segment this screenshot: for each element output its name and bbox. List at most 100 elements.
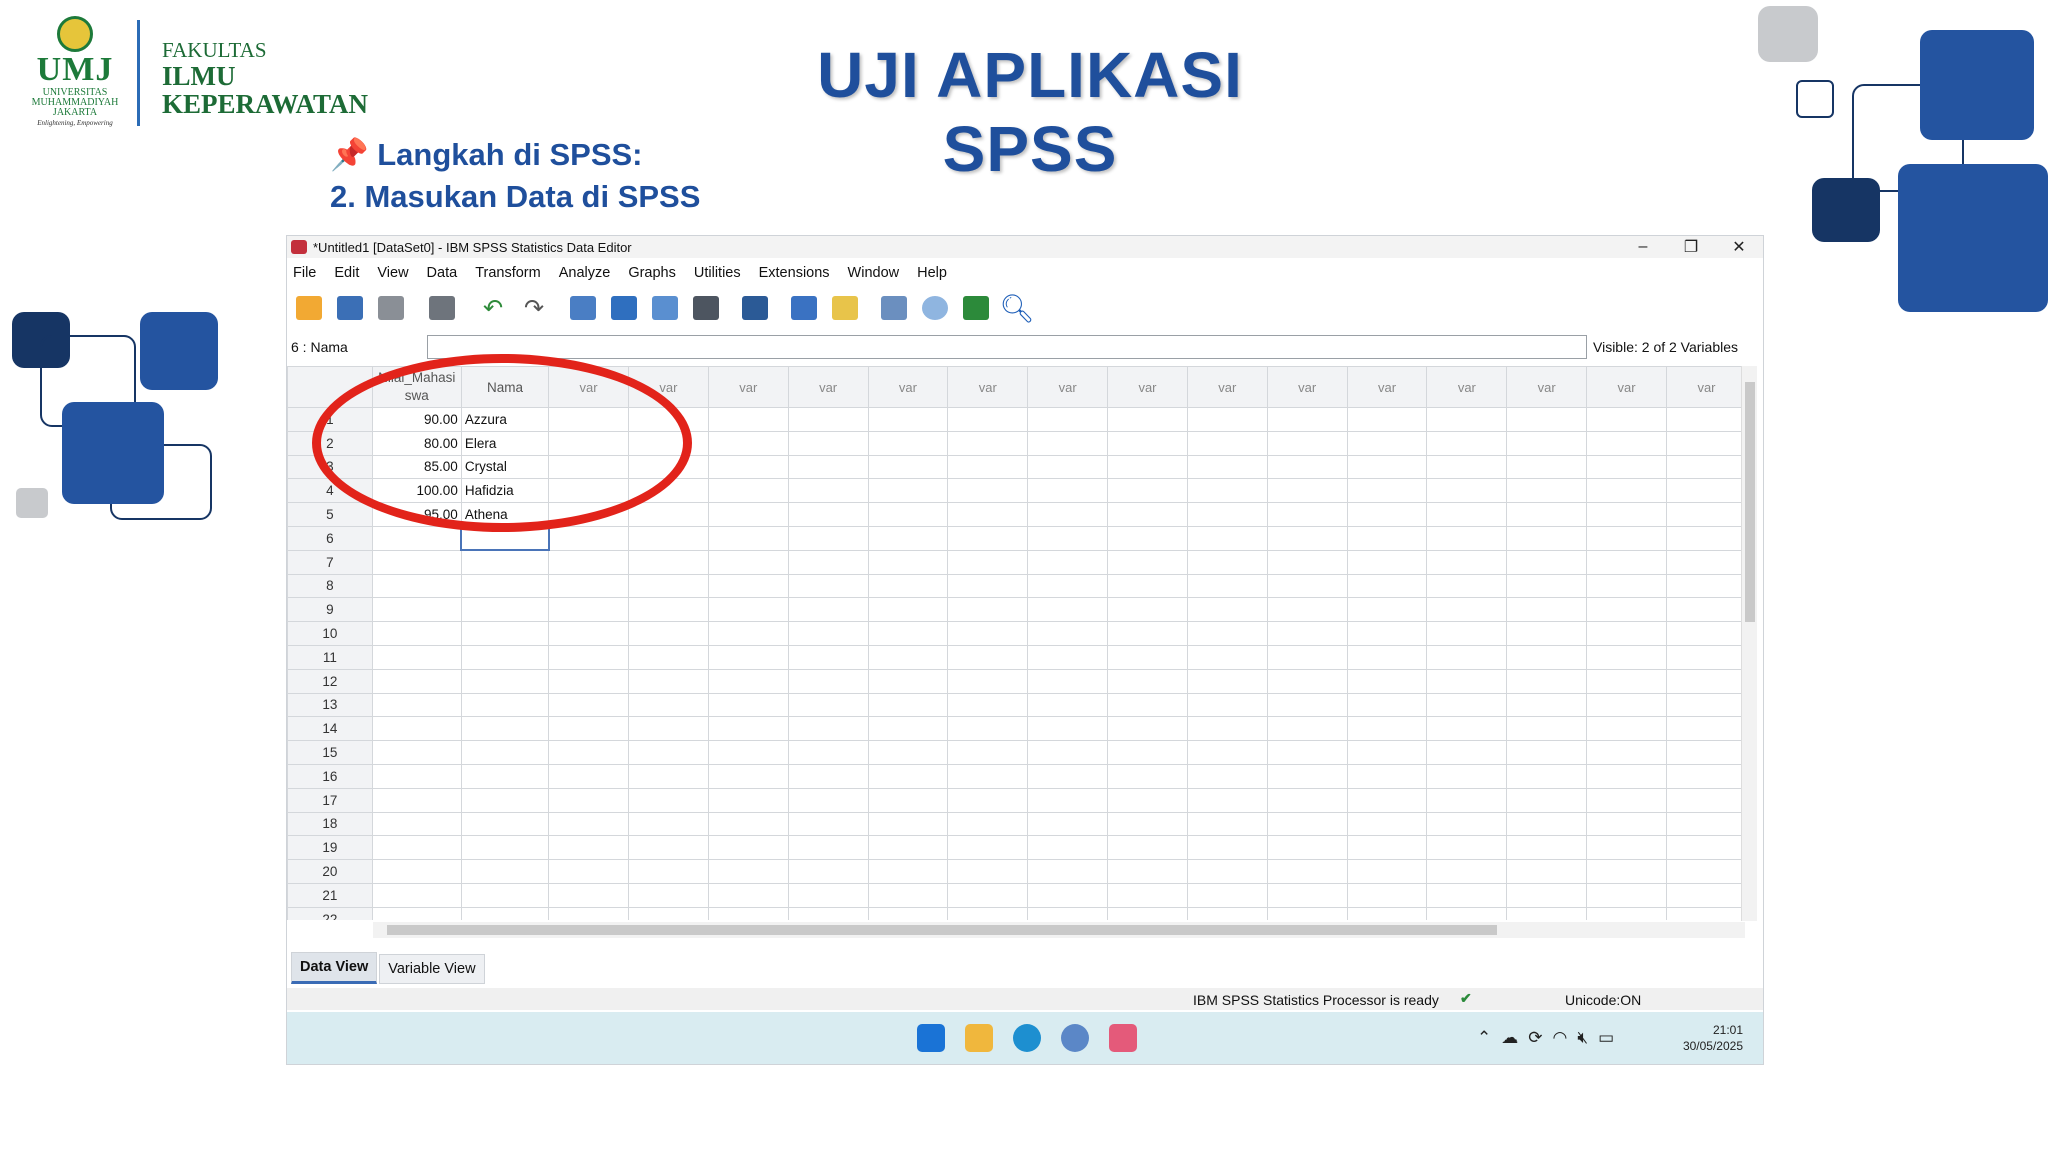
- cell-empty[interactable]: [947, 597, 1029, 623]
- print-icon[interactable]: [375, 292, 407, 324]
- cell-empty[interactable]: [1586, 763, 1667, 789]
- row-number[interactable]: 20: [287, 859, 373, 884]
- cell-empty[interactable]: [707, 549, 789, 575]
- cell-empty[interactable]: [1186, 668, 1268, 694]
- cell-empty[interactable]: [707, 407, 789, 432]
- column-header-var[interactable]: var: [1586, 366, 1667, 408]
- cell-empty[interactable]: [867, 906, 949, 920]
- column-header-var[interactable]: var: [1027, 366, 1109, 408]
- cell-empty[interactable]: [787, 668, 869, 694]
- cell-empty[interactable]: [947, 549, 1029, 575]
- cell-empty[interactable]: [787, 597, 869, 623]
- cell-empty[interactable]: [1266, 906, 1348, 920]
- cell-nilai[interactable]: 85.00: [371, 454, 462, 480]
- cell-empty[interactable]: [1027, 882, 1109, 908]
- cell-empty[interactable]: [707, 525, 789, 551]
- cell-empty[interactable]: [1665, 692, 1747, 718]
- cell-empty[interactable]: [1186, 692, 1268, 718]
- cell-empty[interactable]: [1266, 597, 1348, 623]
- goto-case-icon[interactable]: [567, 292, 599, 324]
- select-cases-icon[interactable]: [829, 292, 861, 324]
- cell-empty[interactable]: [1665, 906, 1747, 920]
- cell-empty[interactable]: [1426, 716, 1508, 742]
- variables-icon[interactable]: [649, 292, 681, 324]
- search-icon[interactable]: 🔍︎: [999, 292, 1035, 324]
- cell-empty[interactable]: [1186, 525, 1268, 551]
- cell-empty[interactable]: [1665, 502, 1747, 527]
- cell-empty[interactable]: [1027, 859, 1109, 884]
- cell-nama[interactable]: [460, 668, 550, 694]
- cell-empty[interactable]: [1586, 835, 1667, 861]
- row-number[interactable]: 19: [287, 835, 373, 861]
- row-number[interactable]: 22: [287, 906, 373, 920]
- cell-empty[interactable]: [1346, 835, 1428, 861]
- cell-empty[interactable]: [1107, 502, 1188, 527]
- cell-nama[interactable]: [460, 882, 550, 908]
- cell-empty[interactable]: [1186, 478, 1268, 504]
- open-icon[interactable]: [293, 292, 325, 324]
- snipping-tool-icon[interactable]: [1109, 1024, 1137, 1052]
- horizontal-scrollbar[interactable]: [373, 922, 1745, 938]
- cell-empty[interactable]: [787, 525, 869, 551]
- cell-empty[interactable]: [787, 454, 869, 480]
- show-all-variables-icon[interactable]: [960, 292, 992, 324]
- cell-empty[interactable]: [707, 430, 789, 456]
- cell-empty[interactable]: [1186, 407, 1268, 432]
- cell-nama[interactable]: [460, 692, 550, 718]
- file-explorer-icon[interactable]: [965, 1024, 993, 1052]
- cell-empty[interactable]: [1586, 430, 1667, 456]
- cell-empty[interactable]: [1586, 597, 1667, 623]
- cell-empty[interactable]: [1426, 835, 1508, 861]
- cell-empty[interactable]: [1506, 430, 1588, 456]
- menu-transform[interactable]: Transform: [466, 265, 550, 281]
- cell-empty[interactable]: [1586, 692, 1667, 718]
- row-number[interactable]: 15: [287, 740, 373, 765]
- cell-empty[interactable]: [707, 835, 789, 861]
- cell-empty[interactable]: [1107, 668, 1188, 694]
- cell-empty[interactable]: [1346, 644, 1428, 670]
- cell-nama[interactable]: Athena: [460, 502, 550, 527]
- cell-empty[interactable]: [947, 525, 1029, 551]
- cell-empty[interactable]: [867, 502, 949, 527]
- close-icon[interactable]: ✕: [1715, 237, 1763, 257]
- edge-icon[interactable]: [1013, 1024, 1041, 1052]
- cell-empty[interactable]: [548, 621, 629, 646]
- cell-empty[interactable]: [1506, 906, 1588, 920]
- cell-empty[interactable]: [628, 430, 709, 456]
- cell-nilai[interactable]: [371, 692, 462, 718]
- cell-empty[interactable]: [548, 692, 629, 718]
- cell-empty[interactable]: [1665, 740, 1747, 765]
- cell-empty[interactable]: [947, 859, 1029, 884]
- cell-nama[interactable]: [460, 906, 550, 920]
- cell-nilai[interactable]: [371, 740, 462, 765]
- cell-empty[interactable]: [628, 740, 709, 765]
- cell-empty[interactable]: [1027, 454, 1109, 480]
- cell-empty[interactable]: [628, 597, 709, 623]
- menu-utilities[interactable]: Utilities: [685, 265, 750, 281]
- cell-empty[interactable]: [1186, 573, 1268, 599]
- row-number[interactable]: 18: [287, 811, 373, 837]
- cell-empty[interactable]: [1266, 621, 1348, 646]
- cell-nama[interactable]: [460, 549, 550, 575]
- cell-empty[interactable]: [707, 597, 789, 623]
- cell-nilai[interactable]: [371, 906, 462, 920]
- cell-empty[interactable]: [548, 430, 629, 456]
- cell-empty[interactable]: [947, 763, 1029, 789]
- cell-empty[interactable]: [707, 882, 789, 908]
- column-header-var[interactable]: var: [1186, 366, 1268, 408]
- cell-empty[interactable]: [1346, 621, 1428, 646]
- battery-icon[interactable]: ▭: [1598, 1028, 1624, 1047]
- cell-empty[interactable]: [1346, 740, 1428, 765]
- cell-nilai[interactable]: [371, 835, 462, 861]
- cell-empty[interactable]: [1107, 859, 1188, 884]
- scroll-thumb[interactable]: [387, 925, 1497, 935]
- cell-nilai[interactable]: [371, 787, 462, 813]
- cell-empty[interactable]: [628, 525, 709, 551]
- cell-empty[interactable]: [947, 811, 1029, 837]
- cell-empty[interactable]: [1346, 882, 1428, 908]
- cell-nama[interactable]: [460, 573, 550, 599]
- menu-analyze[interactable]: Analyze: [550, 265, 620, 281]
- cell-empty[interactable]: [707, 478, 789, 504]
- cell-empty[interactable]: [1426, 906, 1508, 920]
- cell-empty[interactable]: [1266, 859, 1348, 884]
